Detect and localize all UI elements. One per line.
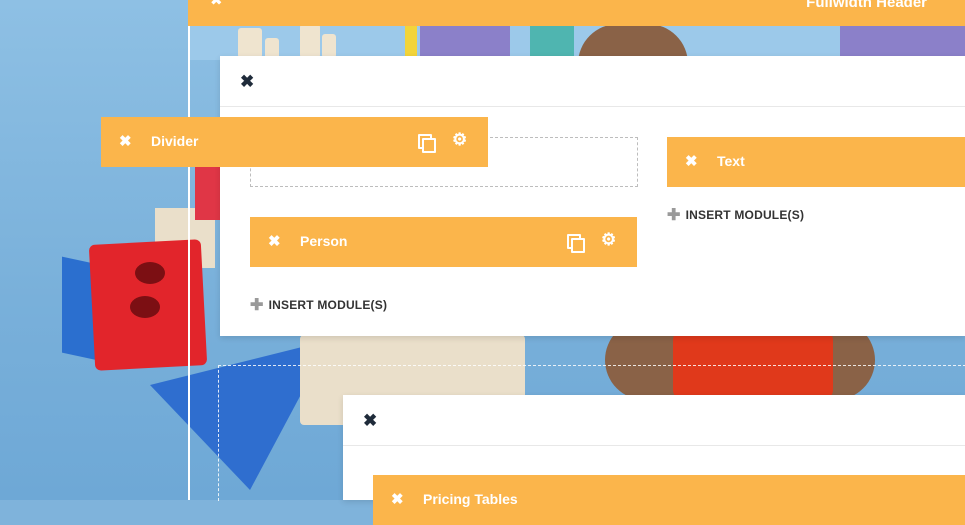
duplicate-icon[interactable]: [418, 134, 436, 153]
close-icon[interactable]: ✖: [685, 152, 698, 170]
gear-icon[interactable]: ⚙: [452, 130, 467, 150]
fullwidth-header-label: Fullwidth Header: [806, 0, 927, 11]
module-label: Person: [300, 233, 348, 249]
column-guide-line: [188, 0, 190, 500]
close-icon[interactable]: ✖: [119, 132, 132, 150]
close-icon[interactable]: ✖: [391, 490, 404, 508]
plus-icon: ✚: [250, 297, 264, 314]
close-icon[interactable]: ✖: [210, 0, 223, 9]
section-2: ✖ ✖ Pricing Tables: [343, 395, 965, 525]
close-icon[interactable]: ✖: [240, 72, 254, 92]
close-icon[interactable]: ✖: [268, 232, 281, 250]
insert-module-button[interactable]: ✚ INSERT MODULE(S): [250, 294, 387, 314]
insert-module-label: INSERT MODULE(S): [268, 298, 388, 312]
close-icon[interactable]: ✖: [363, 411, 377, 431]
section-1: ✖ ✖ Person ⚙ ✚ INSERT MODULE(S) ✖ Text ✚ I…: [220, 56, 965, 336]
insert-module-label: INSERT MODULE(S): [685, 208, 805, 222]
duplicate-icon[interactable]: [567, 234, 585, 253]
section-1-header: ✖: [220, 56, 965, 107]
gear-icon[interactable]: ⚙: [601, 230, 616, 250]
module-label: Pricing Tables: [423, 491, 518, 507]
module-label: Divider: [151, 133, 199, 149]
pricing-tables-module[interactable]: ✖ Pricing Tables: [373, 475, 965, 525]
fullwidth-header-module[interactable]: ✖ Fullwidth Header: [188, 0, 965, 26]
section-2-header: ✖: [343, 395, 965, 446]
divider-module[interactable]: ✖ Divider ⚙: [101, 117, 488, 167]
person-module[interactable]: ✖ Person ⚙: [250, 217, 637, 267]
text-module[interactable]: ✖ Text: [667, 137, 965, 187]
insert-module-button[interactable]: ✚ INSERT MODULE(S): [667, 204, 804, 224]
module-label: Text: [717, 153, 745, 169]
plus-icon: ✚: [667, 207, 681, 224]
